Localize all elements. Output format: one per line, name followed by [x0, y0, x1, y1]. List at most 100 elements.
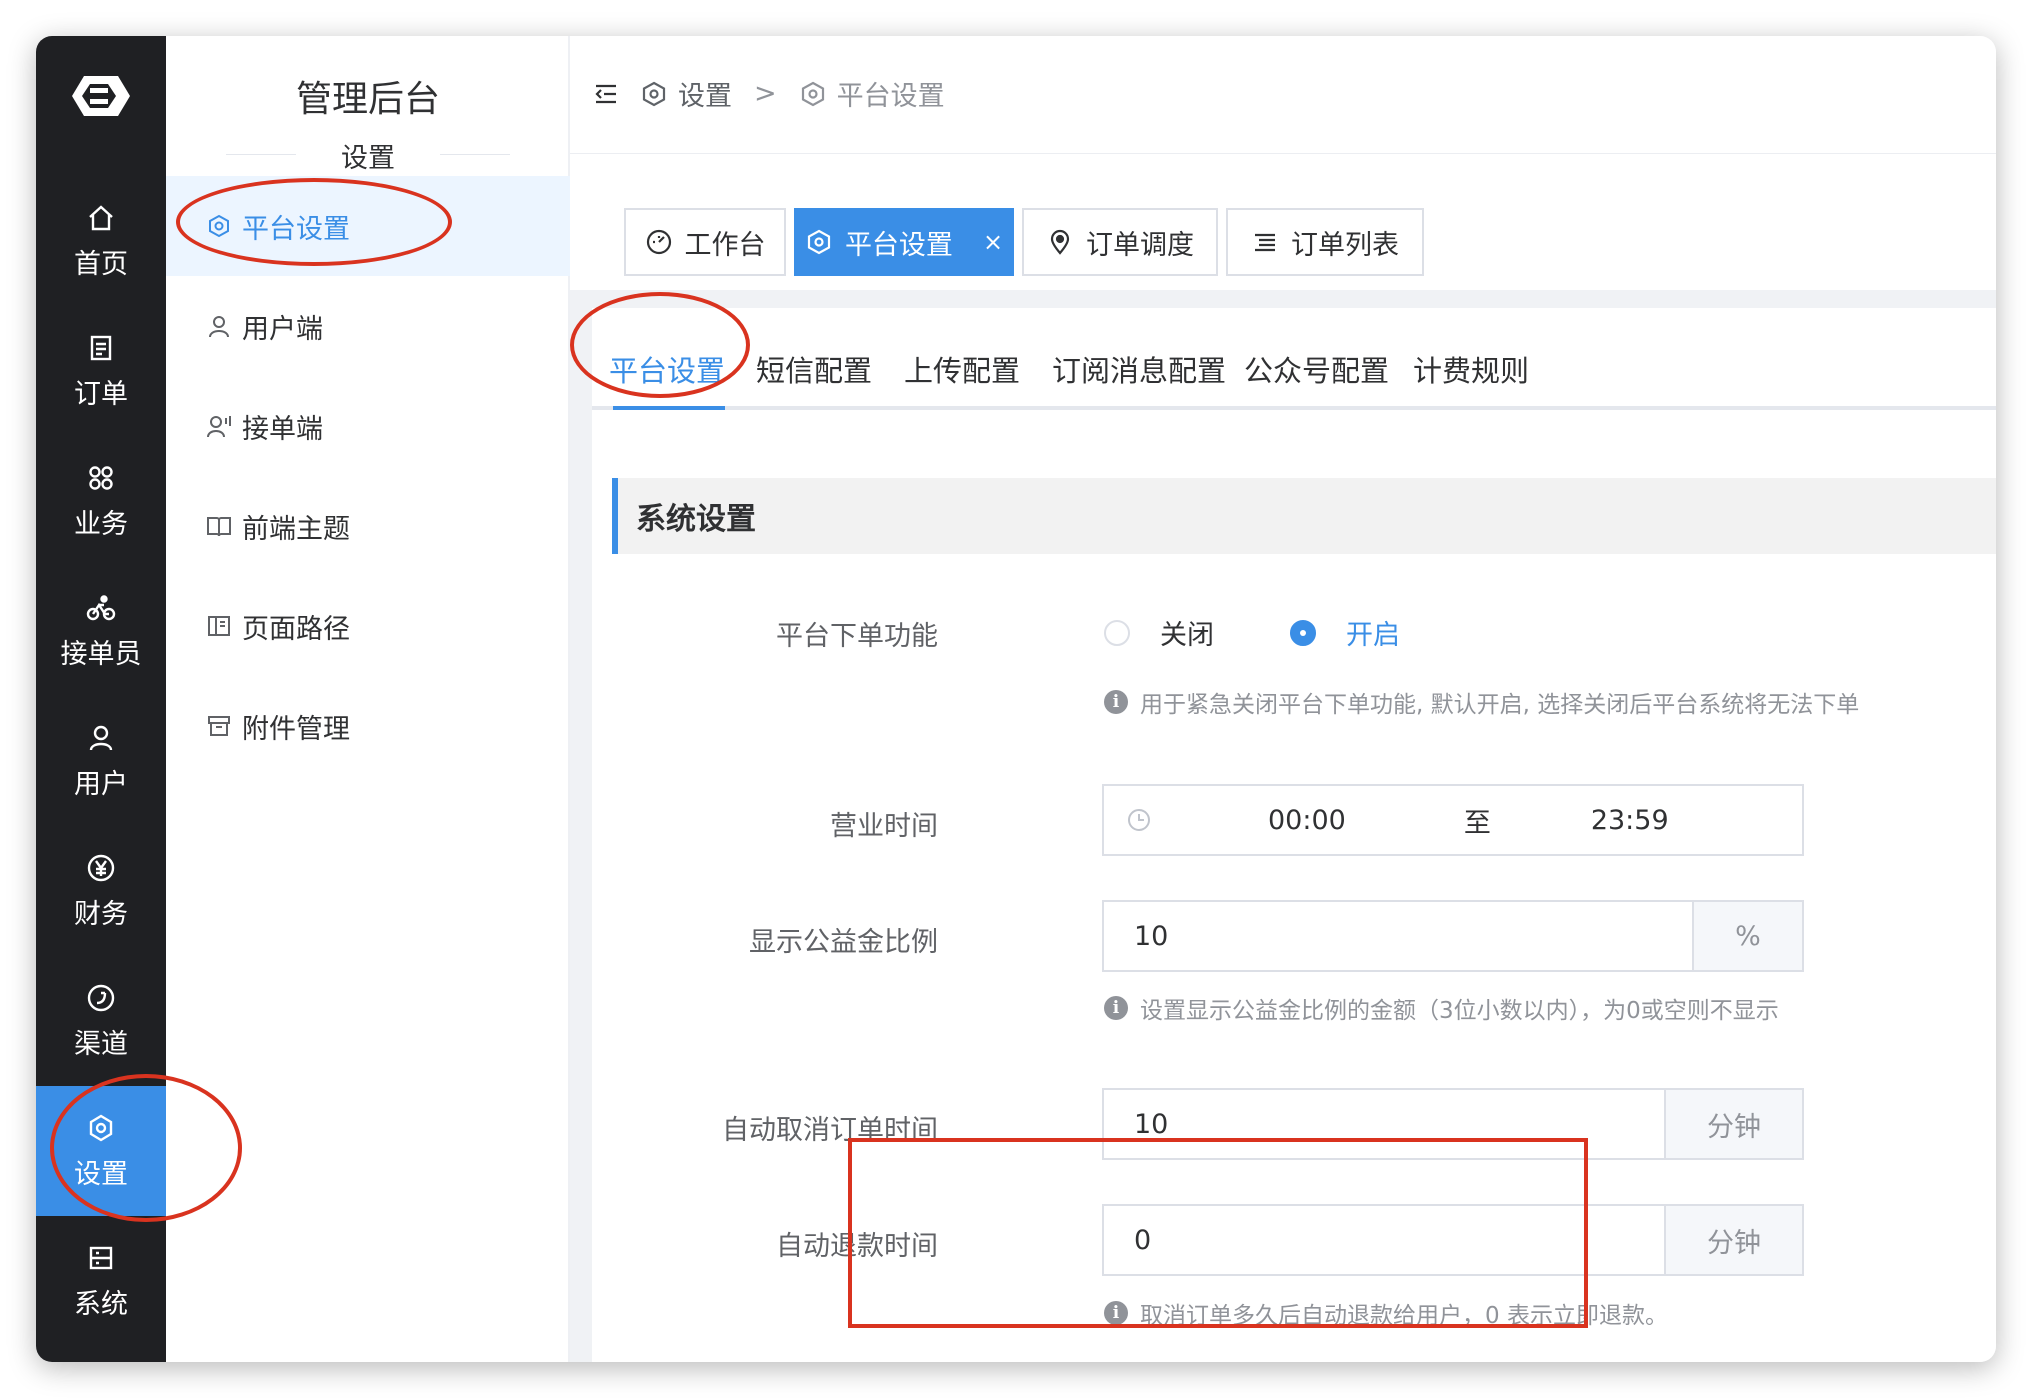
rail-item-channels[interactable]: 渠道: [36, 956, 166, 1086]
hint-text: 设置显示公益金比例的金额（3位小数以内），为0或空则不显示: [1140, 998, 1779, 1024]
rail-label: 业务: [74, 508, 128, 540]
auto-refund-input[interactable]: 0 分钟: [1102, 1204, 1804, 1276]
radio-close[interactable]: 关闭: [1104, 613, 1214, 652]
open-tabs-bar: 工作台 平台设置 × 订单调度 订单列表: [570, 154, 1996, 290]
tab-upload-config[interactable]: 上传配置: [904, 348, 1020, 390]
submenu-item-label: 页面路径: [242, 613, 350, 645]
book-icon: [207, 517, 231, 537]
submenu-item-label: 接单端: [242, 413, 323, 445]
charity-ratio-hint: i 设置显示公益金比例的金额（3位小数以内），为0或空则不显示: [1104, 991, 1779, 1025]
radio-dot: [1290, 619, 1316, 646]
charity-ratio-input[interactable]: 10 %: [1102, 900, 1804, 972]
tag-order-list[interactable]: 订单列表: [1226, 208, 1424, 276]
info-icon: i: [1104, 690, 1128, 714]
rail-label: 渠道: [74, 1028, 128, 1060]
tag-label: 订单列表: [1291, 229, 1399, 261]
tab-official-account-config[interactable]: 公众号配置: [1244, 348, 1389, 390]
app-logo-icon: [72, 76, 130, 116]
clock-icon: [1128, 809, 1150, 831]
auto-refund-value[interactable]: 0: [1104, 1206, 1664, 1274]
business-hours-picker[interactable]: 00:00 至 23:59: [1102, 784, 1804, 856]
submenu-item-user-client[interactable]: 用户端: [166, 276, 570, 376]
auto-refund-hint: i 取消订单多久后自动退款给用户，0 表示立即退款。: [1104, 1296, 1668, 1330]
hint-text: 用于紧急关闭平台下单功能, 默认开启, 选择关闭后平台系统将无法下单: [1140, 692, 1860, 718]
tag-label: 平台设置: [844, 229, 953, 261]
tag-dashboard[interactable]: 工作台: [624, 208, 786, 276]
tag-order-dispatch[interactable]: 订单调度: [1022, 208, 1218, 276]
admin-brand-title: 管理后台: [295, 79, 440, 120]
primary-nav-rail: 首页 订单 业务 接单员 用户 财务 渠道 设置 系统: [36, 36, 166, 1362]
order-icon: [90, 335, 112, 360]
submenu-item-page-path[interactable]: 页面路径: [166, 576, 570, 676]
tab-sms-config[interactable]: 短信配置: [756, 348, 872, 390]
charity-ratio-value[interactable]: 10: [1104, 902, 1692, 970]
rail-item-settings[interactable]: 设置: [36, 1086, 166, 1216]
submenu-item-worker-client[interactable]: 接单端: [166, 376, 570, 476]
close-icon[interactable]: ×: [983, 228, 1003, 256]
breadcrumb-current: 平台设置: [836, 81, 945, 112]
tab-platform-settings[interactable]: 平台设置: [609, 348, 725, 390]
dashboard-icon: [646, 229, 671, 255]
minute-unit: 分钟: [1664, 1090, 1802, 1158]
submenu-item-frontend-theme[interactable]: 前端主题: [166, 476, 570, 576]
end-time[interactable]: 23:59: [1591, 805, 1669, 836]
app-window: 首页 订单 业务 接单员 用户 财务 渠道 设置 系统 管理后台 设置 平台设置…: [36, 36, 1996, 1362]
user-icon: [209, 316, 229, 338]
rail-item-finance[interactable]: 财务: [36, 826, 166, 956]
rail-item-home[interactable]: 首页: [36, 176, 166, 306]
section-title: 系统设置: [612, 478, 1996, 554]
submenu-item-platform-settings[interactable]: 平台设置: [166, 176, 570, 276]
tag-label: 工作台: [684, 229, 766, 261]
rail-label: 财务: [74, 898, 128, 930]
rail-item-riders[interactable]: 接单员: [36, 566, 166, 696]
channel-icon: [87, 984, 115, 1011]
section-title-text: 系统设置: [636, 502, 756, 537]
auto-cancel-input[interactable]: 10 分钟: [1102, 1088, 1804, 1160]
location-icon: [1050, 229, 1070, 255]
submenu-item-label: 前端主题: [242, 513, 350, 545]
auto-cancel-value[interactable]: 10: [1104, 1090, 1664, 1158]
rail-label: 系统: [74, 1288, 128, 1320]
rail-item-orders[interactable]: 订单: [36, 306, 166, 436]
auto-cancel-label: 自动取消订单时间: [722, 1115, 938, 1146]
bike-icon: [86, 594, 116, 620]
yen-icon: [87, 854, 115, 881]
settings-icon: [807, 229, 831, 255]
auto-refund-label: 自动退款时间: [776, 1231, 938, 1262]
submenu-item-label: 附件管理: [242, 713, 350, 745]
business-icon: [89, 465, 113, 490]
order-switch-hint: i 用于紧急关闭平台下单功能, 默认开启, 选择关闭后平台系统将无法下单: [1104, 685, 1859, 719]
settings-icon: [642, 81, 666, 106]
tab-billing-rules[interactable]: 计费规则: [1413, 348, 1529, 390]
radio-open[interactable]: 开启: [1290, 613, 1400, 652]
active-tab-indicator: [613, 406, 725, 410]
submenu-section-title: 设置: [166, 136, 570, 175]
radio-dot: [1104, 619, 1130, 646]
rail-label: 设置: [74, 1158, 128, 1190]
tag-platform-settings[interactable]: 平台设置 ×: [794, 208, 1014, 276]
rail-item-business[interactable]: 业务: [36, 436, 166, 566]
start-time[interactable]: 00:00: [1268, 805, 1346, 836]
settings-icon: [89, 1114, 113, 1141]
breadcrumb-parent[interactable]: 设置: [678, 74, 732, 113]
tag-label: 订单调度: [1086, 229, 1194, 261]
settings-tabs: 平台设置 短信配置 上传配置 订阅消息配置 公众号配置 计费规则: [592, 308, 1996, 410]
user-icon: [89, 725, 113, 750]
system-icon: [89, 1246, 113, 1269]
submenu-item-attachments[interactable]: 附件管理: [166, 676, 570, 776]
percent-unit: %: [1692, 902, 1802, 970]
list-icon: [1255, 233, 1275, 252]
settings-icon: [801, 81, 824, 106]
order-switch-label: 平台下单功能: [776, 621, 938, 652]
archive-icon: [208, 716, 230, 736]
range-separator: 至: [1463, 807, 1491, 839]
tab-subscription-message-config[interactable]: 订阅消息配置: [1052, 348, 1226, 390]
layout-icon: [208, 616, 230, 636]
top-bar: 设置 > 平台设置: [570, 36, 1996, 154]
settings-content: 平台设置 短信配置 上传配置 订阅消息配置 公众号配置 计费规则 系统设置 平台…: [592, 308, 1996, 1362]
hint-text: 取消订单多久后自动退款给用户，0 表示立即退款。: [1140, 1303, 1668, 1329]
rail-item-system[interactable]: 系统: [36, 1216, 166, 1346]
collapse-menu-icon[interactable]: [592, 80, 620, 108]
home-icon: [89, 204, 113, 230]
rail-item-users[interactable]: 用户: [36, 696, 166, 826]
